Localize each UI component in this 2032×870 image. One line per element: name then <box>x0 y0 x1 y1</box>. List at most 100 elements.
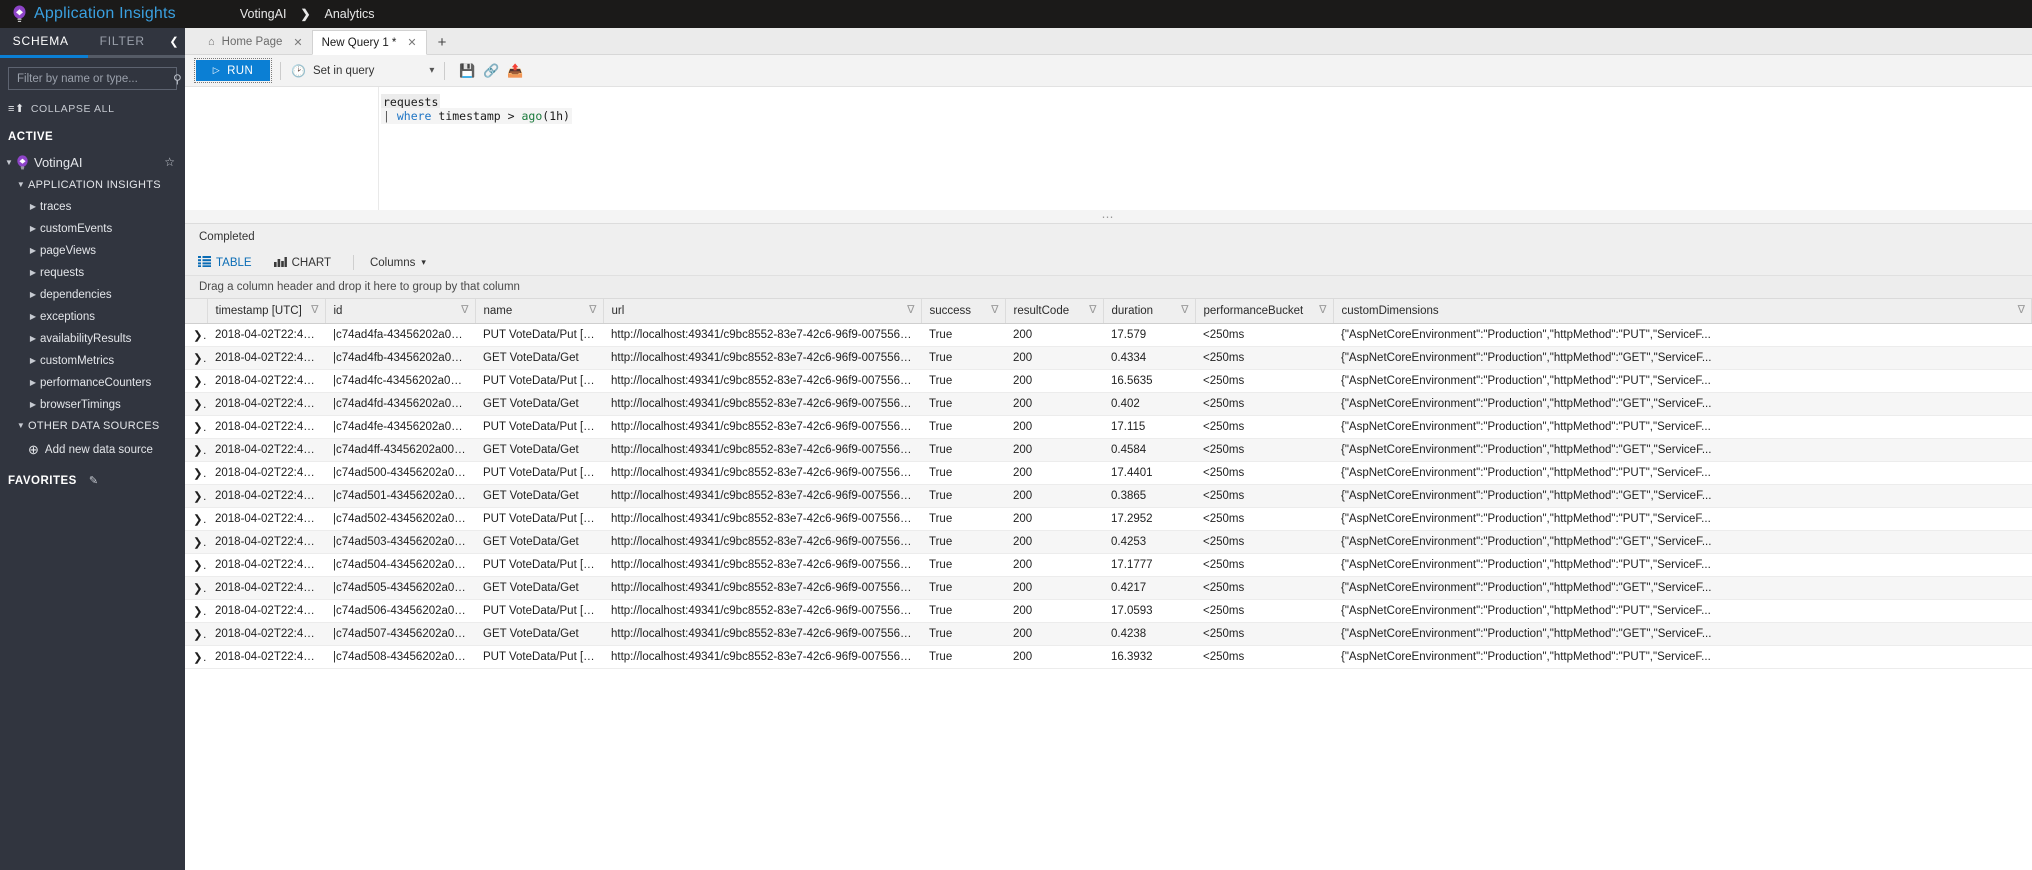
add-tab-button[interactable]: + <box>426 30 458 54</box>
schema-table-pageviews[interactable]: ▶ pageViews <box>0 243 185 258</box>
table-row[interactable]: ❯2018-04-02T22:43:31.221|c74ad501-434562… <box>185 484 2032 508</box>
schema-filter-box[interactable]: ⚲ <box>8 67 182 90</box>
search-input[interactable] <box>15 71 173 86</box>
table-row[interactable]: ❯2018-04-02T22:43:31.375|c74ad502-434562… <box>185 507 2032 531</box>
row-expander-icon[interactable]: ❯ <box>185 530 207 554</box>
row-expander-icon[interactable]: ❯ <box>185 553 207 577</box>
column-header-performancebucket[interactable]: performanceBucket ∇ <box>1195 299 1334 324</box>
schema-table-exceptions[interactable]: ▶ exceptions <box>0 309 185 324</box>
chevron-left-icon[interactable]: ❮ <box>163 35 185 48</box>
chevron-right-icon[interactable]: ▶ <box>26 312 40 321</box>
row-expander-icon[interactable]: ❯ <box>185 461 207 485</box>
filter-icon[interactable]: ∇ <box>1089 303 1096 316</box>
results-grid-container[interactable]: timestamp [UTC] ∇ id ∇ name ∇ url ∇ success ∇ resu… <box>185 299 2032 870</box>
link-icon[interactable]: 🔗 <box>479 63 503 79</box>
row-expander-icon[interactable]: ❯ <box>185 346 207 370</box>
chevron-right-icon[interactable]: ▶ <box>26 268 40 277</box>
columns-menu[interactable]: Columns ▾ <box>370 257 426 269</box>
column-header-resultcode[interactable]: resultCode ∇ <box>1005 299 1104 324</box>
chevron-right-icon[interactable]: ▶ <box>26 356 40 365</box>
editor-resize-handle[interactable]: ⋯ <box>185 210 2032 224</box>
chevron-right-icon[interactable]: ▶ <box>26 290 40 299</box>
table-row[interactable]: ❯2018-04-02T22:43:31.064|c74ad4ff-434562… <box>185 438 2032 462</box>
filter-icon[interactable]: ∇ <box>461 303 468 316</box>
column-header-customdimensions[interactable]: customDimensions ∇ <box>1333 299 2032 324</box>
table-row[interactable]: ❯2018-04-02T22:43:30.233|c74ad4fd-434562… <box>185 392 2032 416</box>
pencil-icon[interactable]: ✎ <box>89 474 98 487</box>
filter-icon[interactable]: ∇ <box>2018 303 2025 316</box>
row-expander-icon[interactable]: ❯ <box>185 576 207 600</box>
close-icon[interactable]: ✕ <box>293 36 302 49</box>
save-icon[interactable]: 💾 <box>455 63 479 79</box>
table-row[interactable]: ❯2018-04-02T22:43:31.038|c74ad4fe-434562… <box>185 415 2032 439</box>
row-expander-icon[interactable]: ❯ <box>185 507 207 531</box>
row-expander-icon[interactable]: ❯ <box>185 599 207 623</box>
star-icon[interactable]: ☆ <box>164 155 175 169</box>
row-expander-icon[interactable]: ❯ <box>185 645 207 669</box>
table-row[interactable]: ❯2018-04-02T22:43:31.566|c74ad505-434562… <box>185 576 2032 600</box>
tree-node-votingai[interactable]: ▼ VotingAI ☆ <box>0 153 185 171</box>
row-expander-icon[interactable]: ❯ <box>185 392 207 416</box>
sidebar-tab-filter[interactable]: FILTER <box>82 28 164 55</box>
table-row[interactable]: ❯2018-04-02T22:43:31.197|c74ad500-434562… <box>185 461 2032 485</box>
row-expander-icon[interactable]: ❯ <box>185 323 207 347</box>
chevron-down-icon[interactable]: ▼ <box>14 180 28 189</box>
table-row[interactable]: ❯2018-04-02T22:43:31.399|c74ad503-434562… <box>185 530 2032 554</box>
tab-new-query-1[interactable]: New Query 1 * ✕ <box>311 30 427 55</box>
schema-table-traces[interactable]: ▶ traces <box>0 199 185 214</box>
column-header-id[interactable]: id ∇ <box>325 299 476 324</box>
schema-table-performancecounters[interactable]: ▶ performanceCounters <box>0 375 185 390</box>
view-tab-table[interactable]: TABLE <box>198 255 252 270</box>
row-expander-icon[interactable]: ❯ <box>185 415 207 439</box>
chevron-right-icon[interactable]: ▶ <box>26 246 40 255</box>
chevron-right-icon[interactable]: ▶ <box>26 224 40 233</box>
filter-icon[interactable]: ∇ <box>1319 303 1326 316</box>
search-icon[interactable]: ⚲ <box>173 72 182 86</box>
time-range-picker[interactable]: 🕑 Set in query ▾ <box>291 64 434 78</box>
row-expander-icon[interactable]: ❯ <box>185 622 207 646</box>
table-row[interactable]: ❯2018-04-02T22:43:30.209|c74ad4fc-434562… <box>185 369 2032 393</box>
breadcrumb-item-analytics[interactable]: Analytics <box>325 7 375 21</box>
breadcrumb-item-votingai[interactable]: VotingAI <box>240 7 287 21</box>
table-row[interactable]: ❯2018-04-02T22:43:31.895|c74ad508-434562… <box>185 645 2032 669</box>
group-by-dropzone[interactable]: Drag a column header and drop it here to… <box>185 275 2032 299</box>
tab-home-page[interactable]: ⌂ Home Page ✕ <box>199 30 312 54</box>
tree-group-other-data-sources[interactable]: ▼ OTHER DATA SOURCES <box>0 418 185 433</box>
table-row[interactable]: ❯2018-04-02T22:43:31.750|c74ad507-434562… <box>185 622 2032 646</box>
chevron-right-icon[interactable]: ▶ <box>26 334 40 343</box>
sidebar-tab-schema[interactable]: SCHEMA <box>0 28 82 55</box>
chevron-down-icon[interactable]: ▼ <box>2 158 16 167</box>
row-expander-icon[interactable]: ❯ <box>185 438 207 462</box>
chevron-down-icon[interactable]: ▾ <box>421 257 426 268</box>
chevron-right-icon[interactable]: ▶ <box>26 400 40 409</box>
schema-table-requests[interactable]: ▶ requests <box>0 265 185 280</box>
filter-icon[interactable]: ∇ <box>589 303 596 316</box>
column-header-timestamputc[interactable]: timestamp [UTC] ∇ <box>207 299 326 324</box>
column-header-url[interactable]: url ∇ <box>603 299 922 324</box>
run-button[interactable]: ▷ RUN <box>194 58 272 83</box>
schema-table-browsertimings[interactable]: ▶ browserTimings <box>0 397 185 412</box>
query-line-2[interactable]: | where timestamp > ago(1h) <box>381 108 572 124</box>
filter-icon[interactable]: ∇ <box>907 303 914 316</box>
tree-group-application-insights[interactable]: ▼ APPLICATION INSIGHTS <box>0 177 185 192</box>
chevron-right-icon[interactable]: ▶ <box>26 378 40 387</box>
filter-icon[interactable]: ∇ <box>311 303 318 316</box>
row-expander-icon[interactable]: ❯ <box>185 369 207 393</box>
column-header-name[interactable]: name ∇ <box>475 299 604 324</box>
schema-table-availabilityresults[interactable]: ▶ availabilityResults <box>0 331 185 346</box>
table-row[interactable]: ❯2018-04-02T22:43:30.004|c74ad4fa-434562… <box>185 323 2032 347</box>
query-editor[interactable]: requests | where timestamp > ago(1h) <box>185 87 2032 210</box>
column-header-duration[interactable]: duration ∇ <box>1103 299 1196 324</box>
chevron-down-icon[interactable]: ▼ <box>14 421 28 430</box>
column-header-success[interactable]: success ∇ <box>921 299 1006 324</box>
row-expander-icon[interactable]: ❯ <box>185 484 207 508</box>
schema-table-customevents[interactable]: ▶ customEvents <box>0 221 185 236</box>
add-new-data-source-button[interactable]: ⊕ Add new data source <box>0 442 185 458</box>
schema-table-dependencies[interactable]: ▶ dependencies <box>0 287 185 302</box>
close-icon[interactable]: ✕ <box>407 36 416 49</box>
filter-icon[interactable]: ∇ <box>991 303 998 316</box>
table-row[interactable]: ❯2018-04-02T22:43:31.725|c74ad506-434562… <box>185 599 2032 623</box>
schema-table-custommetrics[interactable]: ▶ customMetrics <box>0 353 185 368</box>
chevron-right-icon[interactable]: ▶ <box>26 202 40 211</box>
table-row[interactable]: ❯2018-04-02T22:43:30.029|c74ad4fb-434562… <box>185 346 2032 370</box>
